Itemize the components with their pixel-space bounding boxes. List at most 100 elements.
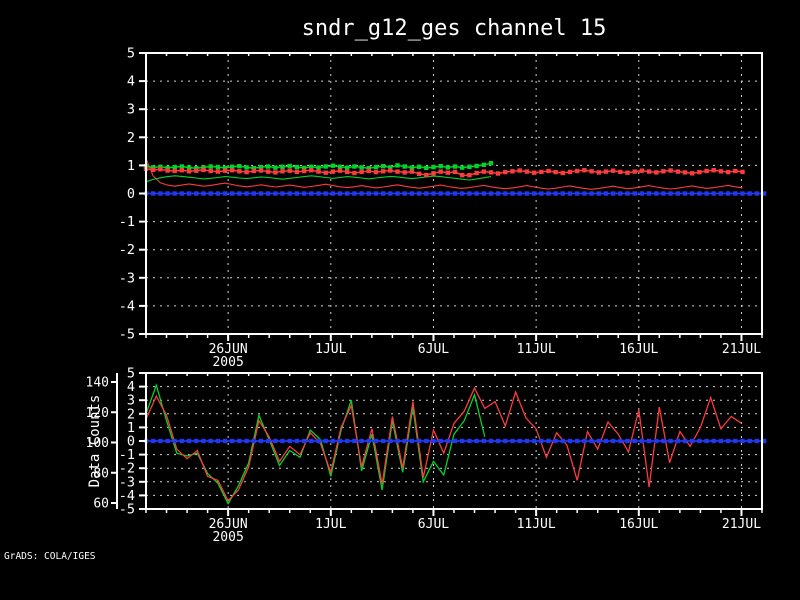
square-marker bbox=[582, 191, 587, 196]
x-tick-label: 1JUL bbox=[315, 342, 346, 357]
square-marker bbox=[675, 438, 680, 444]
square-marker bbox=[287, 191, 292, 196]
square-marker bbox=[725, 169, 731, 175]
square-marker bbox=[230, 438, 235, 444]
square-marker bbox=[273, 165, 278, 170]
square-marker bbox=[409, 169, 415, 174]
panel-top: 543210-1-2-3-4-526JUN20051JUL 6JUL 11JUL 16… bbox=[119, 46, 767, 370]
x-tick-label: 21JUL bbox=[722, 342, 761, 357]
square-marker bbox=[402, 164, 407, 169]
square-marker bbox=[201, 191, 206, 196]
square-marker bbox=[395, 163, 400, 168]
square-marker bbox=[567, 438, 573, 444]
square-marker bbox=[222, 191, 228, 196]
square-marker bbox=[495, 191, 501, 196]
square-marker bbox=[618, 191, 623, 196]
square-marker bbox=[733, 438, 738, 444]
outer-axis-tick-label: 60 bbox=[93, 497, 109, 512]
square-marker bbox=[158, 191, 163, 196]
square-marker bbox=[661, 438, 666, 444]
y-tick-label: 0 bbox=[127, 186, 135, 202]
square-marker bbox=[179, 191, 185, 196]
outer-axis-title: Data Counts bbox=[87, 395, 103, 488]
square-marker bbox=[445, 438, 450, 444]
square-marker bbox=[194, 191, 199, 196]
square-marker bbox=[704, 168, 709, 174]
square-marker bbox=[431, 164, 436, 170]
square-marker bbox=[625, 191, 630, 196]
square-marker bbox=[711, 168, 716, 173]
square-marker bbox=[424, 191, 429, 196]
square-marker bbox=[488, 161, 494, 166]
square-marker bbox=[266, 191, 271, 196]
square-marker bbox=[381, 191, 386, 196]
square-marker bbox=[747, 191, 752, 196]
square-marker bbox=[575, 191, 580, 196]
x-tick-sublabel: 2005 bbox=[212, 530, 243, 545]
square-marker bbox=[488, 170, 494, 175]
y-tick-label: 3 bbox=[127, 102, 135, 118]
square-marker bbox=[704, 191, 709, 196]
square-marker bbox=[740, 438, 745, 444]
square-marker bbox=[280, 438, 285, 444]
square-marker bbox=[575, 168, 580, 174]
square-marker bbox=[632, 169, 637, 174]
square-marker bbox=[309, 191, 314, 196]
square-marker bbox=[603, 169, 609, 174]
square-marker bbox=[388, 168, 393, 173]
square-marker bbox=[388, 438, 393, 444]
square-marker bbox=[503, 191, 508, 196]
square-marker bbox=[323, 191, 328, 196]
x-tick-label: 1JUL bbox=[315, 517, 346, 532]
square-marker bbox=[546, 191, 551, 196]
square-marker bbox=[266, 169, 271, 174]
square-marker bbox=[323, 164, 328, 169]
square-marker bbox=[560, 170, 565, 176]
square-marker bbox=[438, 164, 443, 169]
square-marker bbox=[402, 438, 407, 444]
square-marker bbox=[215, 191, 221, 196]
square-marker bbox=[244, 191, 249, 196]
square-marker bbox=[158, 438, 163, 444]
square-marker bbox=[539, 169, 544, 175]
square-marker bbox=[280, 169, 285, 174]
square-marker bbox=[424, 172, 429, 178]
square-marker bbox=[431, 438, 436, 444]
square-marker bbox=[316, 191, 321, 196]
square-marker bbox=[596, 191, 601, 196]
square-marker bbox=[460, 165, 465, 170]
square-marker bbox=[603, 438, 609, 444]
x-tick-label: 6JUL bbox=[418, 342, 449, 357]
square-marker bbox=[316, 165, 321, 170]
square-marker bbox=[553, 191, 558, 196]
square-marker bbox=[373, 191, 379, 196]
square-marker bbox=[294, 169, 300, 175]
square-marker bbox=[273, 438, 278, 444]
square-marker bbox=[424, 438, 429, 444]
square-marker bbox=[445, 170, 450, 175]
square-marker bbox=[632, 191, 637, 196]
square-marker bbox=[395, 169, 400, 174]
square-marker bbox=[718, 169, 724, 174]
square-marker bbox=[754, 438, 760, 444]
square-marker bbox=[402, 191, 407, 196]
square-marker bbox=[244, 438, 249, 444]
square-marker bbox=[711, 438, 716, 444]
square-marker bbox=[359, 169, 364, 175]
square-marker bbox=[158, 167, 163, 172]
square-marker bbox=[352, 438, 357, 444]
square-marker bbox=[366, 168, 371, 174]
square-marker bbox=[151, 191, 156, 196]
square-marker bbox=[388, 191, 393, 196]
square-marker bbox=[244, 169, 249, 175]
square-marker bbox=[345, 438, 350, 444]
square-marker bbox=[215, 169, 221, 174]
square-marker bbox=[373, 164, 379, 170]
square-marker bbox=[172, 438, 177, 444]
square-marker bbox=[531, 191, 537, 196]
square-marker bbox=[251, 168, 256, 174]
square-marker bbox=[337, 191, 343, 196]
square-marker bbox=[546, 438, 551, 444]
square-marker bbox=[646, 191, 652, 196]
square-marker bbox=[244, 165, 249, 170]
